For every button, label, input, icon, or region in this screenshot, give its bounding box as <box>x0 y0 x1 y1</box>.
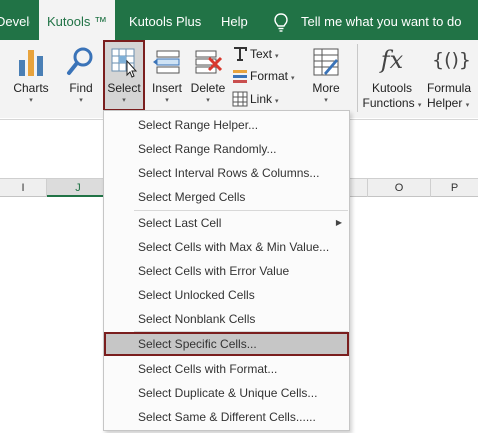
format-dropdown-arrow: ▾ <box>291 75 295 82</box>
tab-kutools-label: Kutools ™ <box>47 14 107 29</box>
charts-button[interactable]: Charts ▾ <box>10 40 52 111</box>
menu-item-label: Select Last Cell <box>138 216 222 230</box>
delete-dropdown-arrow: ▾ <box>206 97 210 104</box>
menu-item-label: Select Range Helper... <box>138 118 259 132</box>
find-icon <box>67 47 93 75</box>
menu-item-label: Select Specific Cells... <box>138 337 257 351</box>
kutools-functions-label-line2: Functions <box>362 96 415 110</box>
text-label: Text <box>250 47 273 61</box>
ribbon-group-divider <box>357 44 358 112</box>
more-icon <box>313 48 339 76</box>
text-dropdown-arrow: ▾ <box>275 53 279 60</box>
lightbulb-icon <box>274 13 288 32</box>
menu-item-label: Select Duplicate & Unique Cells... <box>138 386 318 400</box>
charts-label: Charts <box>13 81 49 95</box>
menu-item-select-duplicate-unique[interactable]: Select Duplicate & Unique Cells... <box>105 381 348 405</box>
tab-help[interactable]: Help <box>221 0 248 40</box>
link-dropdown-arrow: ▾ <box>275 98 279 105</box>
menu-item-select-interval-rows-columns[interactable]: Select Interval Rows & Columns... <box>105 161 348 185</box>
menu-item-select-range-helper[interactable]: Select Range Helper... <box>105 113 348 137</box>
menu-item-label: Select Range Randomly... <box>138 142 277 156</box>
menu-item-label: Select Cells with Format... <box>138 362 278 376</box>
column-header-j[interactable]: J <box>47 179 110 197</box>
formula-helper-label: Formula Helper ▾ <box>427 81 471 113</box>
find-label: Find <box>69 81 93 95</box>
insert-label: Insert <box>151 81 182 95</box>
link-icon <box>232 91 248 107</box>
menu-item-select-same-different[interactable]: Select Same & Different Cells...... <box>105 405 348 429</box>
format-label: Format <box>250 69 289 83</box>
column-header-i-label: I <box>21 182 25 194</box>
format-icon <box>233 70 247 83</box>
column-header-p[interactable]: P <box>431 179 478 197</box>
menu-item-select-cells-with-format[interactable]: Select Cells with Format... <box>105 357 348 381</box>
formula-helper-icon: {()} <box>431 49 471 71</box>
column-header-p-label: P <box>450 182 459 194</box>
find-button[interactable]: Find ▾ <box>61 40 101 111</box>
select-button[interactable]: Select ▾ <box>103 40 145 111</box>
charts-dropdown-arrow: ▾ <box>29 97 33 104</box>
menu-item-select-nonblank-cells[interactable]: Select Nonblank Cells <box>105 307 348 331</box>
kutools-functions-label: Kutools Functions ▾ <box>361 81 423 113</box>
menu-item-label: Select Interval Rows & Columns... <box>138 166 320 180</box>
tab-kutools[interactable]: Kutools ™ <box>39 0 115 40</box>
menu-item-label: Select Nonblank Cells <box>138 312 256 326</box>
menu-item-select-error-value[interactable]: Select Cells with Error Value <box>105 259 348 283</box>
insert-dropdown-arrow: ▾ <box>165 97 169 104</box>
menu-item-select-merged-cells[interactable]: Select Merged Cells <box>105 185 348 209</box>
charts-icon <box>19 50 43 76</box>
formula-helper-label-line1: Formula <box>427 81 472 95</box>
formula-helper-button[interactable]: {()} Formula Helper ▾ <box>425 40 478 118</box>
find-dropdown-arrow: ▾ <box>79 97 83 104</box>
formula-helper-dropdown-arrow: ▾ <box>465 102 470 109</box>
menu-item-select-max-min-value[interactable]: Select Cells with Max & Min Value... <box>105 235 348 259</box>
kutools-functions-icon: fx <box>380 46 404 74</box>
tab-kutools-plus-label: Kutools Plus <box>129 14 202 29</box>
delete-icon <box>195 50 223 74</box>
menu-item-label: Select Cells with Max & Min Value... <box>138 240 330 254</box>
tab-developer[interactable]: Developer <box>0 0 30 40</box>
menu-item-label: Select Merged Cells <box>138 190 246 204</box>
more-dropdown-arrow: ▾ <box>324 97 328 104</box>
select-label: Select <box>107 81 141 95</box>
submenu-arrow-icon: ▶ <box>335 218 342 227</box>
tab-kutools-plus[interactable]: Kutools Plus <box>129 0 201 40</box>
menu-item-select-unlocked-cells[interactable]: Select Unlocked Cells <box>105 283 348 307</box>
tab-help-label: Help <box>221 14 248 29</box>
select-dropdown-arrow: ▾ <box>122 97 126 104</box>
menu-item-label: Select Same & Different Cells...... <box>138 410 316 424</box>
insert-icon <box>153 50 180 74</box>
more-label: More <box>312 81 340 95</box>
delete-button[interactable]: Delete ▾ <box>188 40 228 111</box>
column-header-i[interactable]: I <box>0 179 47 197</box>
kutools-functions-label-line1: Kutools <box>371 81 413 95</box>
select-dropdown-menu: Select Range Helper... Select Range Rand… <box>103 110 350 431</box>
kutools-functions-button[interactable]: fx Kutools Functions ▾ <box>361 40 423 118</box>
menu-item-select-range-randomly[interactable]: Select Range Randomly... <box>105 137 348 161</box>
link-label: Link <box>250 92 273 106</box>
text-icon <box>234 47 247 61</box>
column-header-o[interactable]: O <box>368 179 431 197</box>
formula-helper-label-line2: Helper <box>427 96 463 110</box>
tell-me-search[interactable]: Tell me what you want to do <box>301 0 461 40</box>
delete-label: Delete <box>190 81 226 95</box>
tell-me-label: Tell me what you want to do <box>301 14 462 29</box>
more-button[interactable]: More ▾ <box>306 40 346 111</box>
insert-button[interactable]: Insert ▾ <box>148 40 186 111</box>
ribbon-tab-bar: Developer Kutools ™ Kutools Plus Help Te… <box>0 0 478 40</box>
menu-item-select-last-cell[interactable]: Select Last Cell ▶ <box>105 211 348 235</box>
tab-developer-label: Developer <box>0 14 30 29</box>
menu-item-select-specific-cells[interactable]: Select Specific Cells... <box>104 332 349 356</box>
menu-item-label: Select Cells with Error Value <box>138 264 290 278</box>
column-header-j-label: J <box>75 182 81 194</box>
kutools-functions-dropdown-arrow: ▾ <box>417 102 422 109</box>
select-icon <box>111 48 138 78</box>
menu-item-label: Select Unlocked Cells <box>138 288 255 302</box>
column-header-o-label: O <box>394 182 404 194</box>
